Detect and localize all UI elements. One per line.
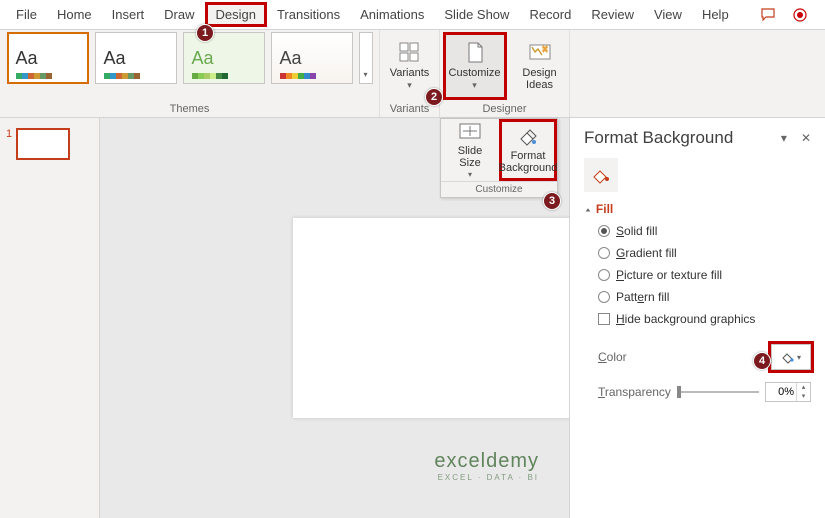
callout-badge-4: 4 [753,352,771,370]
radio-icon [598,225,610,237]
theme-aa: Aa [104,48,126,69]
watermark-sub: EXCEL · DATA · BI [434,473,539,482]
transparency-spinner[interactable]: ▴▾ [765,382,811,402]
watermark: exceldemy EXCEL · DATA · BI [434,450,539,482]
checkbox-icon [598,313,610,325]
slide-thumbnails: 1 [0,118,100,518]
opt-solid-fill[interactable]: Solid fill [598,224,811,238]
tab-review[interactable]: Review [581,3,644,26]
theme-thumb-1[interactable]: Aa [7,32,89,84]
chevron-down-icon: ▾ [472,80,477,91]
theme-thumb-4[interactable]: Aa [271,32,353,84]
comments-icon[interactable] [759,6,777,24]
tab-record[interactable]: Record [519,3,581,26]
design-ideas-icon [528,41,552,65]
spin-down-icon[interactable]: ▾ [797,392,810,401]
color-label: Color [598,350,627,364]
design-ideas-button[interactable]: Design Ideas [513,32,567,100]
transparency-label: Transparency [598,385,671,399]
tab-view[interactable]: View [644,3,692,26]
slide-size-icon [458,120,482,144]
opt-pattern-fill[interactable]: Pattern fill [598,290,811,304]
chevron-down-icon: ▾ [363,70,367,79]
opt-picture-fill[interactable]: Picture or texture fill [598,268,811,282]
format-background-label: Format Background [499,151,558,174]
format-background-button[interactable]: Format Background [499,119,557,181]
theme-aa: Aa [192,48,214,69]
tab-design[interactable]: Design [205,2,267,27]
watermark-title: exceldemy [434,450,539,473]
page-icon [463,41,487,65]
ribbon-tabs: File Home Insert Draw Design Transitions… [0,0,825,30]
group-label-variants: Variants [390,102,430,117]
chevron-down-icon: ▾ [797,353,801,362]
format-background-pane: Format Background ▾ ✕ Fill Solid fill Gr… [569,118,825,518]
tab-transitions[interactable]: Transitions [267,3,350,26]
close-icon[interactable]: ✕ [801,131,811,145]
callout-badge-3: 3 [543,192,561,210]
tab-slideshow[interactable]: Slide Show [434,3,519,26]
customize-button[interactable]: Customize ▾ [443,32,507,100]
tab-animations[interactable]: Animations [350,3,434,26]
fill-category-icon[interactable] [584,158,618,192]
tab-help[interactable]: Help [692,3,739,26]
pane-title: Format Background [584,128,733,148]
slide-thumb-1[interactable] [16,128,70,160]
opt-gradient-fill[interactable]: Gradient fill [598,246,811,260]
slide-size-button[interactable]: Slide Size ▾ [441,119,499,181]
spin-up-icon[interactable]: ▴ [797,383,810,392]
design-ideas-label: Design Ideas [522,67,556,91]
slide-size-label: Slide Size [458,146,482,169]
theme-aa: Aa [280,48,302,69]
callout-badge-2: 2 [425,88,443,106]
themes-more-button[interactable]: ▾ [359,32,373,84]
slide-number: 1 [6,128,12,508]
color-picker-button[interactable]: ▾ [771,344,811,370]
transparency-input[interactable] [766,386,796,398]
variants-icon [398,41,422,65]
radio-icon [598,269,610,281]
customize-dropdown: Slide Size ▾ Format Background Customize [440,118,558,198]
variants-label: Variants [390,67,430,79]
format-background-icon [516,125,540,149]
opt-hide-graphics[interactable]: Hide background graphics [598,312,811,326]
radio-icon [598,247,610,259]
tab-draw[interactable]: Draw [154,3,204,26]
theme-thumb-2[interactable]: Aa [95,32,177,84]
radio-icon [598,291,610,303]
ribbon-body: Aa Aa Aa Aa ▾ Themes [0,30,825,118]
transparency-slider[interactable] [677,385,759,399]
theme-thumb-3[interactable]: Aa [183,32,265,84]
customize-footer: Customize [441,181,557,197]
tab-home[interactable]: Home [47,3,102,26]
theme-aa: Aa [16,48,38,69]
tab-insert[interactable]: Insert [102,3,155,26]
pane-options-icon[interactable]: ▾ [781,131,787,145]
group-label-themes: Themes [170,102,210,117]
section-fill[interactable]: Fill [584,202,811,216]
callout-badge-1: 1 [196,24,214,42]
customize-label: Customize [449,67,501,79]
tab-file[interactable]: File [6,3,47,26]
chevron-down-icon: ▾ [407,80,412,91]
group-label-designer: Designer [482,102,526,117]
paint-bucket-icon [781,350,795,364]
chevron-down-icon: ▾ [468,171,472,179]
record-icon[interactable] [791,6,809,24]
